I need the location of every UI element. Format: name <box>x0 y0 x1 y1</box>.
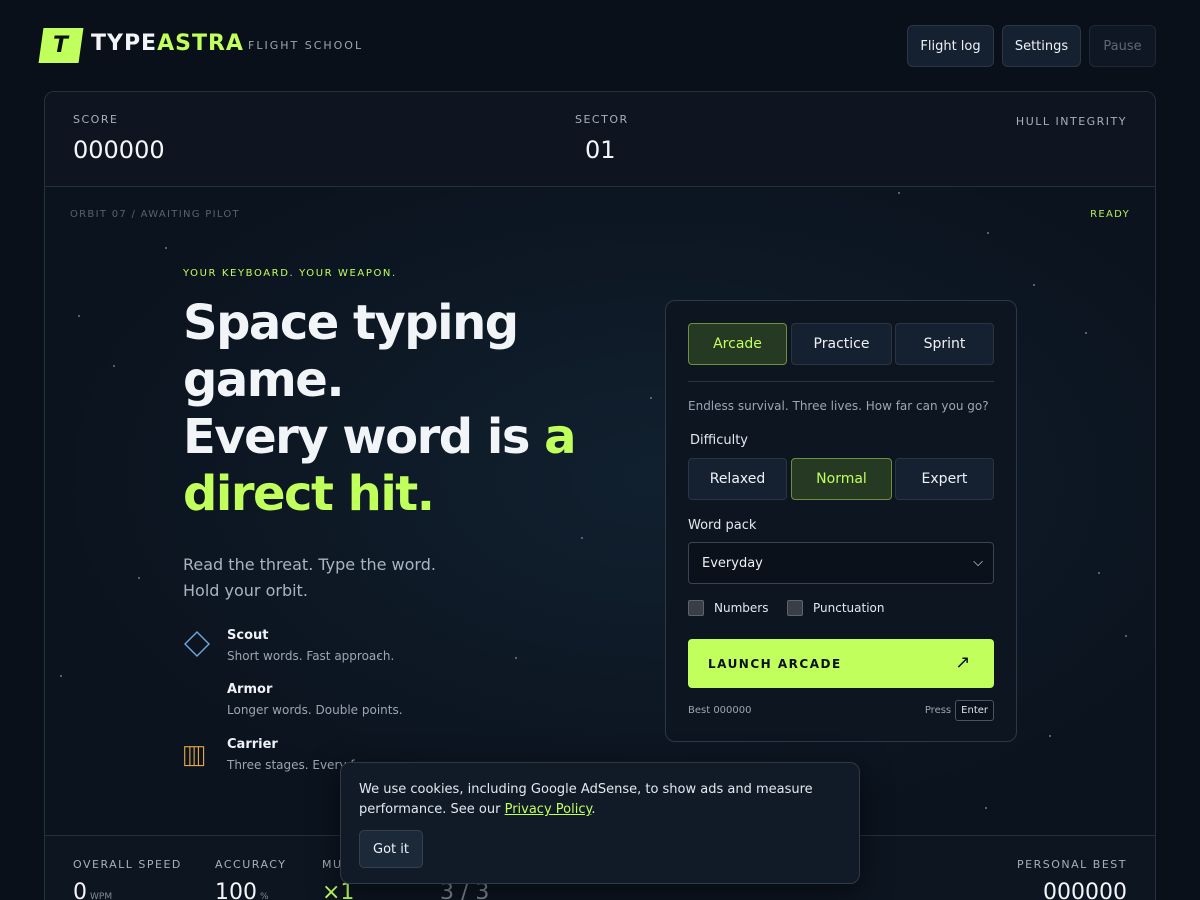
mode-tab-sprint[interactable]: Sprint <box>895 323 994 365</box>
bars-icon <box>184 746 205 767</box>
headline-line3a: Every word is <box>183 409 545 465</box>
star <box>113 365 115 367</box>
star <box>60 675 62 677</box>
enter-key: Enter <box>955 700 994 721</box>
mode-config-card: Arcade Practice Sprint Endless survival.… <box>665 300 1017 742</box>
star <box>1098 572 1100 574</box>
mode-tab-arcade[interactable]: Arcade <box>688 323 787 365</box>
logo-letter: T <box>53 33 69 58</box>
difficulty-expert[interactable]: Expert <box>895 458 994 500</box>
headline-line4: direct hit. <box>183 466 435 522</box>
enemy-name: Armor <box>227 682 273 697</box>
brand-part1: TYPE <box>91 31 158 56</box>
star <box>1125 635 1127 637</box>
punctuation-checkbox[interactable]: Punctuation <box>787 600 884 616</box>
sector-value: 01 <box>585 136 616 164</box>
privacy-policy-link[interactable]: Privacy Policy <box>505 802 592 817</box>
star <box>1085 332 1087 334</box>
cookie-banner: We use cookies, including Google AdSense… <box>340 762 860 884</box>
checkbox-box[interactable] <box>787 600 803 616</box>
accuracy-value: 100% <box>215 880 269 900</box>
headline-line2: game. <box>183 352 345 408</box>
orbit-status: ORBIT 07 / AWAITING PILOT <box>70 209 240 220</box>
settings-button[interactable]: Settings <box>1002 25 1081 67</box>
personal-best-value: 000000 <box>1043 880 1127 900</box>
star <box>898 192 900 194</box>
kicker: YOUR KEYBOARD. YOUR WEAPON. <box>183 268 397 279</box>
mode-tab-practice[interactable]: Practice <box>791 323 892 365</box>
checkbox-label: Numbers <box>714 601 769 615</box>
personal-best-label: PERSONAL BEST <box>1017 858 1127 871</box>
numbers-checkbox[interactable]: Numbers <box>688 600 768 616</box>
brand-name: TYPEASTRA <box>91 31 244 56</box>
word-pack-select[interactable]: Everyday ⌵ <box>688 542 994 584</box>
difficulty-label: Difficulty <box>690 433 748 448</box>
accuracy-unit: % <box>260 892 269 900</box>
speed-label: OVERALL SPEED <box>73 858 182 871</box>
star <box>581 537 583 539</box>
speed-value: 0 WPM <box>73 880 112 900</box>
flight-log-button[interactable]: Flight log <box>907 25 994 67</box>
launch-button[interactable]: LAUNCH ARCADE ↗ <box>688 639 994 688</box>
headline-line1: Space typing <box>183 295 519 351</box>
star <box>987 232 989 234</box>
game-arena: ORBIT 07 / AWAITING PILOT READY YOUR KEY… <box>45 187 1155 835</box>
star <box>650 397 652 399</box>
star <box>515 657 517 659</box>
star <box>1033 284 1035 286</box>
diamond-icon <box>184 631 210 657</box>
launch-label: LAUNCH ARCADE <box>708 656 842 671</box>
top-bar: T TYPEASTRA FLIGHT SCHOOL Flight log Set… <box>0 0 1200 92</box>
cookie-text: We use cookies, including Google AdSense… <box>359 780 829 820</box>
tagline: FLIGHT SCHOOL <box>248 39 364 52</box>
star <box>138 577 140 579</box>
accuracy-number: 100 <box>215 880 257 900</box>
sector-label: SECTOR <box>575 113 629 126</box>
star <box>985 807 987 809</box>
lede: Read the threat. Type the word. Hold you… <box>183 552 483 604</box>
best-score: Best 000000 <box>688 705 752 716</box>
lede-line2: Hold your orbit. <box>183 581 308 600</box>
score-label: SCORE <box>73 113 119 126</box>
headline-line3b: a <box>544 409 576 465</box>
enemy-desc: Longer words. Double points. <box>227 703 403 717</box>
star <box>78 315 80 317</box>
checkbox-box[interactable] <box>688 600 704 616</box>
chevron-down-icon: ⌵ <box>973 555 983 570</box>
ready-status: READY <box>1090 209 1130 220</box>
got-it-button[interactable]: Got it <box>359 830 423 868</box>
brand-part2: ASTRA <box>157 31 244 56</box>
hull-integrity-label: HULL INTEGRITY <box>1015 115 1127 128</box>
word-pack-label: Word pack <box>688 518 757 533</box>
star <box>165 247 167 249</box>
pause-button[interactable]: Pause <box>1089 25 1156 67</box>
star <box>1049 735 1051 737</box>
accuracy-label: ACCURACY <box>215 858 287 871</box>
enemy-desc: Short words. Fast approach. <box>227 649 395 663</box>
mode-description: Endless survival. Three lives. How far c… <box>688 399 989 413</box>
logo-mark: T <box>38 28 84 63</box>
stats-bar: SCORE 000000 SECTOR 01 HULL INTEGRITY <box>45 92 1155 187</box>
cookie-tail: . <box>591 802 596 817</box>
score-value: 000000 <box>73 136 165 164</box>
difficulty-relaxed[interactable]: Relaxed <box>688 458 787 500</box>
enemy-name: Scout <box>227 628 269 643</box>
headline: Space typing game. Every word is a direc… <box>183 295 603 523</box>
speed-unit: WPM <box>90 892 113 900</box>
headline-line3: Every word is a <box>183 409 603 466</box>
difficulty-normal[interactable]: Normal <box>791 458 892 500</box>
press-hint: Press Enter <box>925 700 994 721</box>
enemy-name: Carrier <box>227 737 278 752</box>
arrow-up-right-icon: ↗ <box>955 652 972 673</box>
divider <box>688 381 994 382</box>
lede-line1: Read the threat. Type the word. <box>183 555 436 574</box>
checkbox-label: Punctuation <box>813 601 885 615</box>
press-label: Press <box>924 705 952 716</box>
speed-number: 0 <box>73 880 87 900</box>
word-pack-value: Everyday <box>702 555 763 571</box>
